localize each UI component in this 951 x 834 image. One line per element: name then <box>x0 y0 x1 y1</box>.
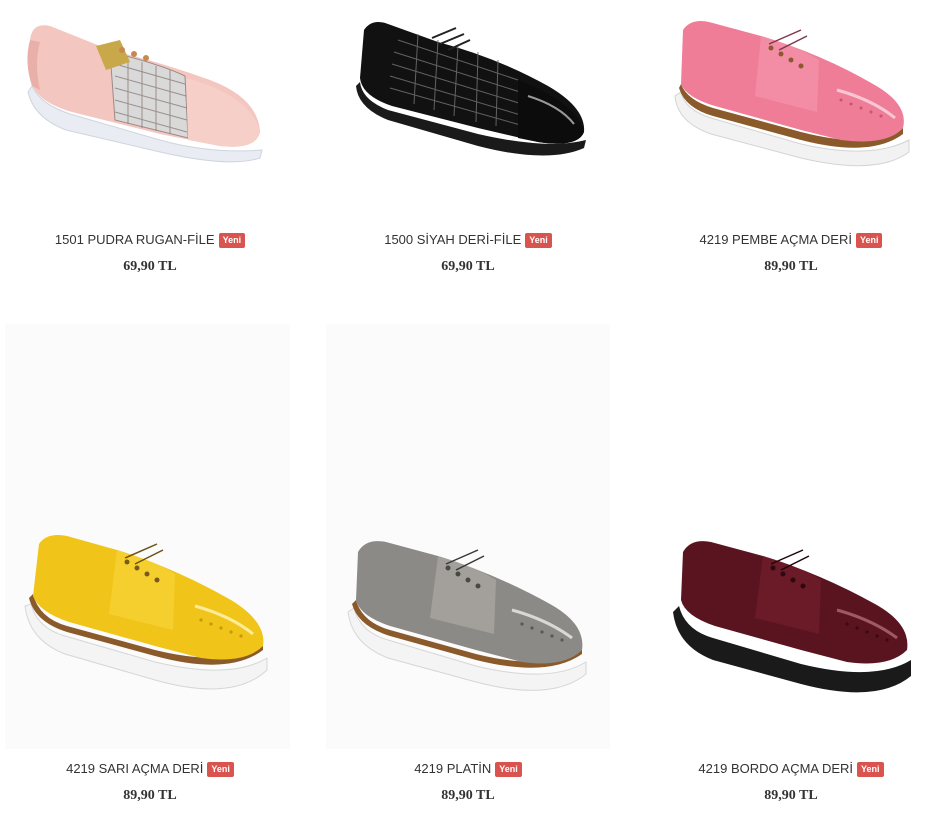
product-image[interactable] <box>651 0 931 220</box>
product-price: 89,90 TL <box>441 788 495 803</box>
shoe-pink-mesh-image <box>10 0 290 220</box>
new-badge: Yeni <box>855 233 883 248</box>
product-title[interactable]: 4219 PEMBE AÇMA DERİ Yeni <box>641 232 941 248</box>
product-name[interactable]: 1500 SİYAH DERİ-FİLE <box>384 232 521 247</box>
product-image[interactable] <box>651 324 931 749</box>
product-title[interactable]: 4219 PLATİN Yeni <box>318 761 618 777</box>
shoe-black-mesh-image <box>328 0 608 220</box>
new-badge: Yeni <box>218 233 246 248</box>
product-card[interactable]: 4219 BORDO AÇMA DERİ Yeni 89,90 TL <box>641 324 941 834</box>
product-name[interactable]: 4219 SARI AÇMA DERİ <box>66 761 203 776</box>
product-name[interactable]: 1501 PUDRA RUGAN-FİLE <box>55 232 215 247</box>
product-price: 89,90 TL <box>764 788 818 803</box>
shoe-yellow-oxford-image <box>5 324 290 749</box>
product-image[interactable] <box>328 0 608 220</box>
product-card[interactable]: 4219 SARI AÇMA DERİ Yeni 89,90 TL <box>0 324 300 834</box>
product-price: 89,90 TL <box>764 259 818 274</box>
product-title[interactable]: 1500 SİYAH DERİ-FİLE Yeni <box>318 232 618 248</box>
new-badge: Yeni <box>207 762 234 777</box>
product-card[interactable]: 4219 PLATİN Yeni 89,90 TL <box>318 324 618 834</box>
shoe-burgundy-oxford-image <box>651 324 931 749</box>
product-price: 89,90 TL <box>123 788 177 803</box>
new-badge: Yeni <box>525 233 552 248</box>
shoe-platinum-oxford-image <box>326 324 610 749</box>
product-grid: 1501 PUDRA RUGAN-FİLE Yeni 69,90 TL 1500… <box>0 0 951 834</box>
product-card[interactable]: 4219 PEMBE AÇMA DERİ Yeni 89,90 TL <box>641 0 941 300</box>
new-badge: Yeni <box>495 762 522 777</box>
product-price: 69,90 TL <box>123 259 177 274</box>
product-card[interactable]: 1500 SİYAH DERİ-FİLE Yeni 69,90 TL <box>318 0 618 300</box>
product-image[interactable] <box>10 0 290 220</box>
product-image[interactable] <box>326 324 610 749</box>
product-name[interactable]: 4219 PLATİN <box>414 761 491 776</box>
product-title[interactable]: 1501 PUDRA RUGAN-FİLE Yeni <box>0 232 300 248</box>
product-price: 69,90 TL <box>441 259 495 274</box>
product-image[interactable] <box>5 324 290 749</box>
product-name[interactable]: 4219 BORDO AÇMA DERİ <box>698 761 853 776</box>
new-badge: Yeni <box>857 762 884 777</box>
product-title[interactable]: 4219 SARI AÇMA DERİ Yeni <box>0 761 300 777</box>
product-title[interactable]: 4219 BORDO AÇMA DERİ Yeni <box>641 761 941 777</box>
product-card[interactable]: 1501 PUDRA RUGAN-FİLE Yeni 69,90 TL <box>0 0 300 300</box>
product-name[interactable]: 4219 PEMBE AÇMA DERİ <box>700 232 852 247</box>
shoe-pink-oxford-image <box>651 0 931 220</box>
